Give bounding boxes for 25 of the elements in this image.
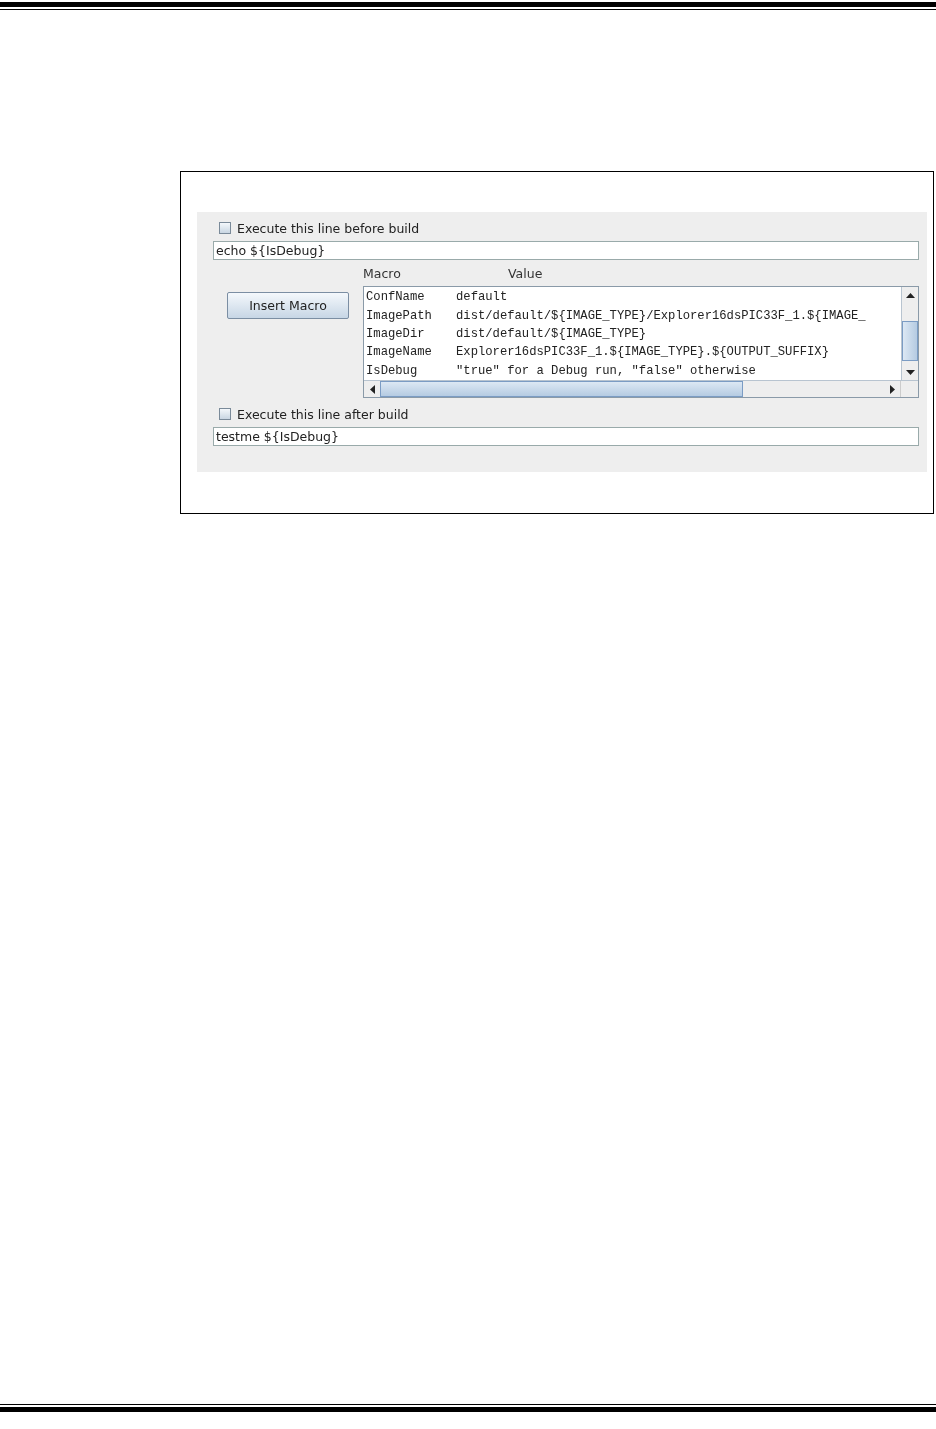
vertical-scrollbar[interactable] bbox=[901, 287, 918, 380]
macro-value[interactable]: "true" for a Debug run, "false" otherwise bbox=[456, 363, 756, 378]
column-header: Value bbox=[508, 266, 543, 283]
macro-name[interactable]: ImageDir bbox=[366, 326, 456, 341]
up-arrow-icon[interactable] bbox=[905, 292, 915, 298]
macro-name[interactable]: ImageName bbox=[366, 345, 456, 360]
left-arrow-icon[interactable] bbox=[369, 384, 375, 394]
command-field[interactable]: echo ${IsDebug} bbox=[213, 241, 919, 260]
insert-macro-button[interactable]: Insert Macro bbox=[227, 292, 349, 319]
macro-name[interactable]: ImagePath bbox=[366, 308, 456, 323]
macro-name[interactable]: ConfName bbox=[366, 290, 456, 305]
checkbox-label: Execute this line before build bbox=[237, 220, 420, 236]
checkbox[interactable] bbox=[219, 408, 231, 420]
macro-value[interactable]: default bbox=[456, 290, 508, 305]
checkbox[interactable] bbox=[219, 222, 231, 234]
macro-value[interactable]: dist/default/${IMAGE_TYPE} bbox=[456, 326, 647, 341]
horizontal-scrollbar[interactable] bbox=[364, 380, 918, 397]
command-field[interactable]: testme ${IsDebug} bbox=[213, 427, 919, 446]
right-arrow-icon[interactable] bbox=[889, 384, 895, 394]
checkbox-label: Execute this line after build bbox=[237, 406, 409, 422]
macro-value[interactable]: dist/default/${IMAGE_TYPE}/Explorer16dsPIC33F_1.${IMAGE_ bbox=[456, 308, 866, 323]
column-header: Macro bbox=[363, 266, 402, 283]
macro-name[interactable]: IsDebug bbox=[366, 363, 456, 378]
down-arrow-icon[interactable] bbox=[905, 369, 915, 375]
macro-value[interactable]: Explorer16dsPIC33F_1.${IMAGE_TYPE}.${OUTPUT_SUFFIX} bbox=[456, 345, 829, 360]
